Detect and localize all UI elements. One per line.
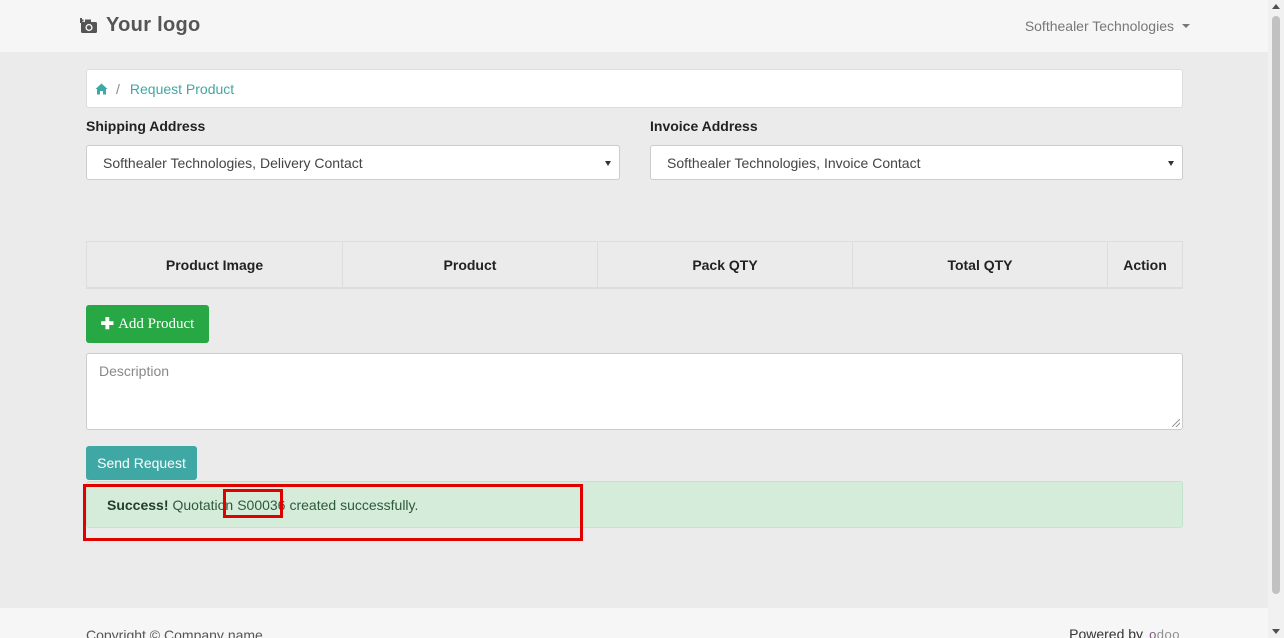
top-navbar: Your logo Softhealer Technologies	[0, 0, 1268, 52]
logo[interactable]: Your logo	[80, 14, 201, 37]
scroll-down-icon[interactable]	[1272, 629, 1280, 634]
column-header-pack-qty: Pack QTY	[597, 242, 852, 287]
description-placeholder: Description	[99, 363, 170, 379]
column-header-action: Action	[1107, 242, 1183, 287]
column-header-product-image: Product Image	[86, 242, 342, 287]
description-textarea[interactable]: Description	[86, 353, 1183, 430]
camera-icon	[80, 17, 97, 33]
add-product-button[interactable]: ✚ Add Product	[86, 305, 209, 343]
user-menu-dropdown[interactable]: Softhealer Technologies	[1025, 18, 1190, 34]
select-arrow-icon	[1168, 161, 1174, 166]
chevron-down-icon	[1182, 24, 1190, 28]
copyright-text: Copyright © Company name	[86, 627, 263, 638]
breadcrumb-current[interactable]: Request Product	[130, 81, 234, 97]
product-table-header: Product Image Product Pack QTY Total QTY…	[86, 241, 1183, 289]
logo-text: Your logo	[106, 14, 201, 36]
powered-by: Powered by odoo	[1069, 626, 1180, 638]
shipping-address-select[interactable]: Softhealer Technologies, Delivery Contac…	[86, 145, 620, 180]
shipping-address-value: Softhealer Technologies, Delivery Contac…	[103, 154, 363, 171]
powered-by-label: Powered by	[1069, 626, 1144, 638]
invoice-address-select[interactable]: Softhealer Technologies, Invoice Contact	[650, 145, 1183, 180]
scrollbar-thumb[interactable]	[1272, 16, 1280, 594]
odoo-logo[interactable]: odoo	[1149, 627, 1180, 638]
breadcrumb-separator: /	[116, 80, 120, 97]
user-menu-label: Softhealer Technologies	[1024, 18, 1174, 34]
highlight-box-quotation-number	[223, 489, 283, 518]
footer: Copyright © Company name Powered by odoo	[0, 608, 1268, 638]
invoice-address-label: Invoice Address	[650, 118, 758, 134]
resize-handle-icon[interactable]	[1172, 419, 1180, 427]
invoice-address-value: Softhealer Technologies, Invoice Contact	[667, 154, 921, 171]
column-header-product: Product	[342, 242, 597, 287]
scroll-up-icon[interactable]	[1272, 4, 1280, 9]
home-icon[interactable]	[95, 83, 108, 95]
shipping-address-label: Shipping Address	[86, 118, 206, 134]
highlight-box-alert	[83, 484, 583, 541]
column-header-total-qty: Total QTY	[852, 242, 1107, 287]
breadcrumb: / Request Product	[86, 69, 1183, 108]
add-product-label: Add Product	[118, 315, 195, 332]
send-request-button[interactable]: Send Request	[86, 446, 197, 480]
plus-icon: ✚	[100, 316, 115, 333]
select-arrow-icon	[605, 161, 611, 166]
vertical-scrollbar[interactable]	[1268, 0, 1284, 638]
